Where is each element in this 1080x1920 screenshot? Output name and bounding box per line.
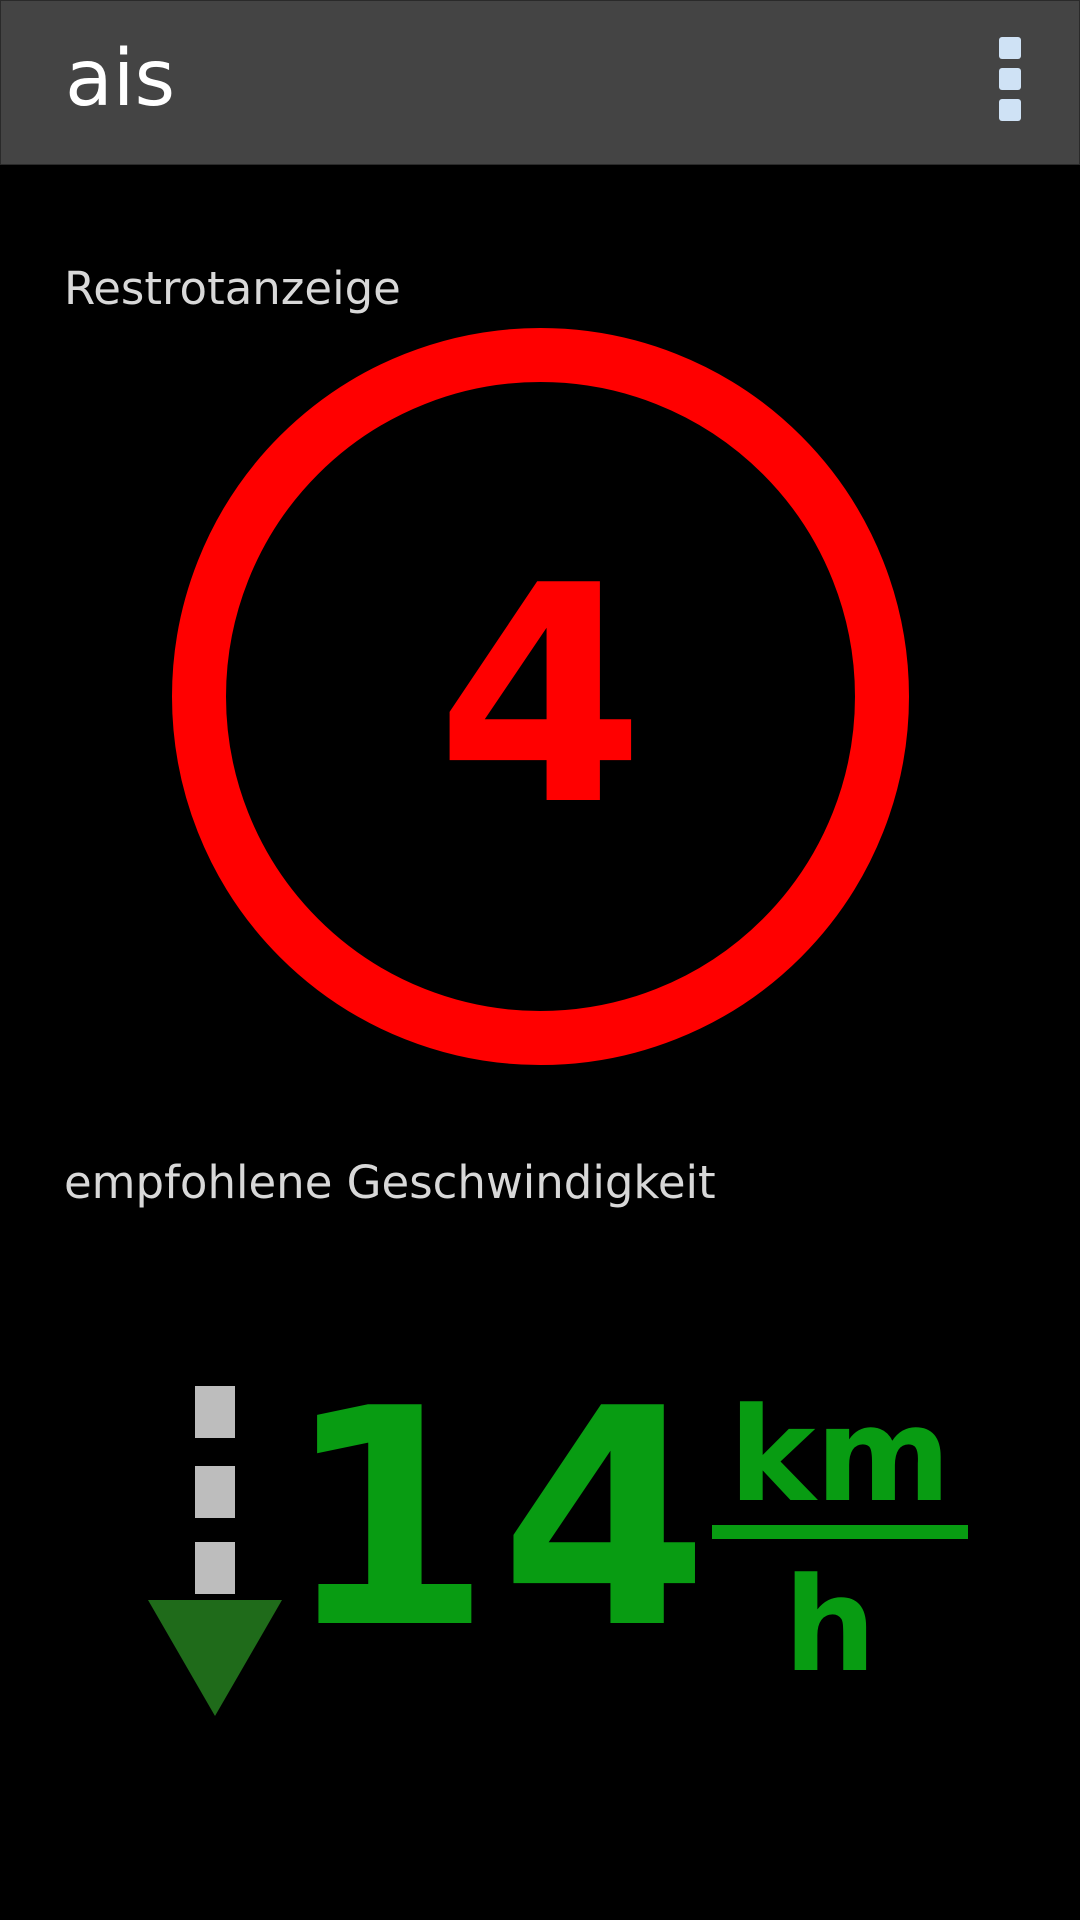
overflow-dot-icon — [999, 99, 1021, 121]
overflow-dot-icon — [999, 37, 1021, 59]
overflow-dot-icon — [999, 68, 1021, 90]
speed-unit-denominator: h — [783, 1549, 877, 1701]
countdown-ring: 4 — [172, 328, 909, 1065]
speed-unit-fraction-bar — [712, 1525, 968, 1539]
app-title: ais — [65, 34, 176, 124]
speed-unit-numerator: km — [729, 1379, 951, 1531]
app-screen: ais Restrotanzeige 4 empfohlene Geschwin… — [0, 0, 1080, 1920]
speed-down-arrow-icon — [148, 1386, 282, 1716]
recommended-speed-value: 14 — [283, 1345, 717, 1694]
countdown-label: Restrotanzeige — [64, 262, 401, 315]
recommended-speed-label: empfohlene Geschwindigkeit — [64, 1156, 716, 1209]
overflow-menu-button[interactable] — [983, 29, 1037, 129]
action-bar: ais — [0, 0, 1080, 165]
speed-unit: km h — [710, 1360, 970, 1690]
recommended-speed-display: 14 km h — [0, 1360, 1080, 1760]
countdown-value: 4 — [436, 521, 645, 871]
